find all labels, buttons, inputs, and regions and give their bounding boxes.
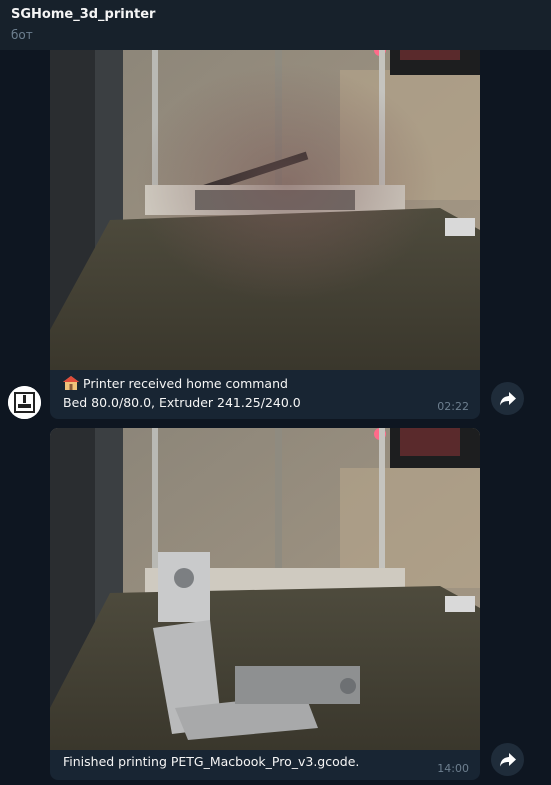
share-arrow-icon (499, 391, 516, 405)
forward-button[interactable] (491, 743, 524, 776)
chat-subtitle: бот (11, 28, 33, 42)
message-line: Printer received home command (83, 376, 288, 391)
bot-avatar[interactable] (8, 386, 41, 419)
message-photo[interactable] (50, 30, 480, 370)
message-text: Printer received home command Bed 80.0/8… (63, 374, 470, 412)
house-icon (63, 376, 79, 390)
message-bubble[interactable]: Printer received home command Bed 80.0/8… (50, 30, 480, 419)
chat-title: SGHome_3d_printer (11, 7, 156, 22)
chat-header[interactable]: SGHome_3d_printer бот (0, 0, 551, 50)
printer-avatar-icon (8, 386, 41, 419)
share-arrow-icon (499, 752, 516, 766)
message-text: Finished printing PETG_Macbook_Pro_v3.gc… (63, 752, 470, 771)
forward-button[interactable] (491, 382, 524, 415)
message-photo[interactable] (50, 428, 480, 750)
message-time: 14:00 (437, 762, 469, 775)
message-time: 02:22 (437, 400, 469, 413)
message-line: Finished printing PETG_Macbook_Pro_v3.gc… (63, 754, 360, 769)
message-line: Bed 80.0/80.0, Extruder 241.25/240.0 (63, 395, 301, 410)
message-bubble[interactable]: Finished printing PETG_Macbook_Pro_v3.gc… (50, 428, 480, 780)
